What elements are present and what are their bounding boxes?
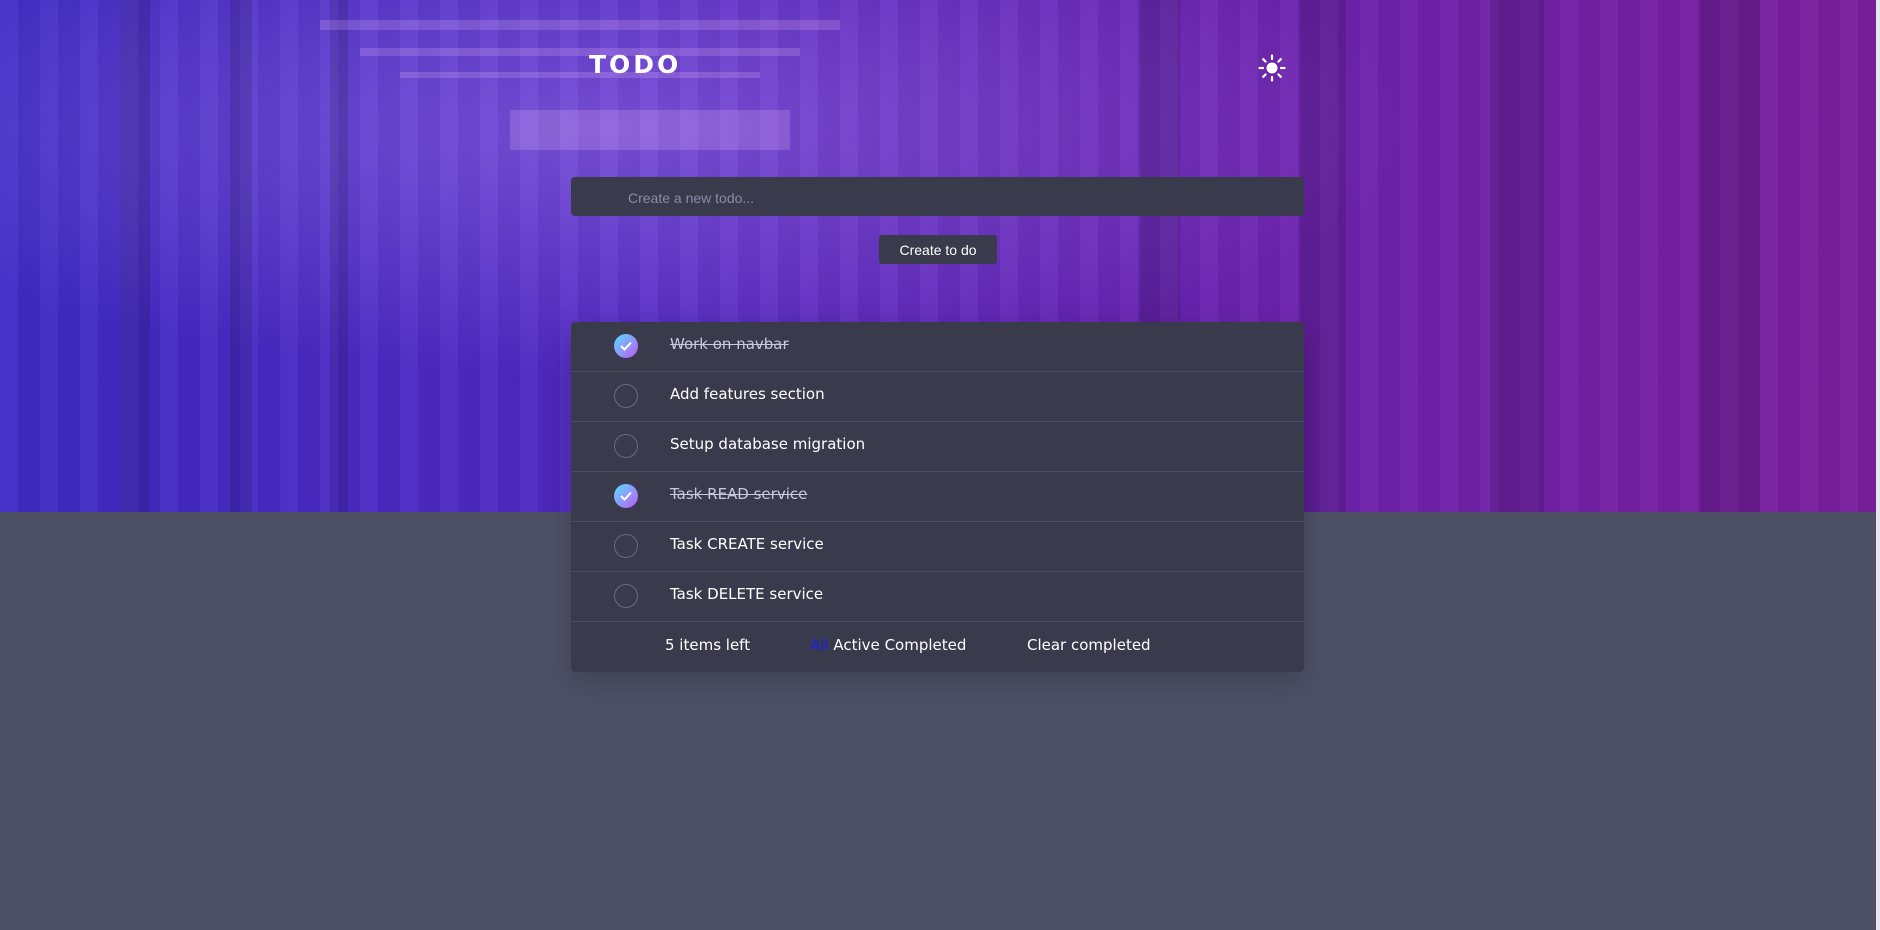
todo-checkbox[interactable] (614, 584, 638, 608)
todo-list: Work on navbar Add features section Setu… (571, 322, 1304, 672)
todo-text[interactable]: Task DELETE service (670, 585, 823, 603)
todo-footer: 5 items left All Active Completed Clear … (571, 622, 1304, 672)
todo-item[interactable]: Task DELETE service (571, 572, 1304, 622)
todo-text[interactable]: Setup database migration (670, 435, 865, 453)
theme-toggle-button[interactable] (1258, 54, 1286, 82)
todo-item[interactable]: Task CREATE service (571, 522, 1304, 572)
sun-icon (1258, 54, 1286, 82)
todo-item[interactable]: Work on navbar (571, 322, 1304, 372)
filter-active[interactable]: Active (833, 636, 879, 654)
clear-completed-button[interactable]: Clear completed (1027, 636, 1151, 654)
window-edge (1876, 0, 1880, 930)
todo-item[interactable]: Task READ service (571, 472, 1304, 522)
filter-completed[interactable]: Completed (885, 636, 967, 654)
todo-item[interactable]: Setup database migration (571, 422, 1304, 472)
todo-text[interactable]: Work on navbar (670, 335, 789, 353)
todo-checkbox[interactable] (614, 534, 638, 558)
todo-text[interactable]: Task READ service (670, 485, 807, 503)
todo-text[interactable]: Add features section (670, 385, 825, 403)
items-left-count: 5 items left (665, 636, 751, 654)
check-icon (620, 341, 632, 351)
new-todo-bar (571, 177, 1304, 218)
filter-all[interactable]: All (810, 636, 829, 654)
todo-checkbox[interactable] (614, 434, 638, 458)
todo-checkbox[interactable] (614, 384, 638, 408)
todo-text[interactable]: Task CREATE service (670, 535, 824, 553)
app-title: TODO (589, 50, 682, 79)
create-todo-button[interactable]: Create to do (879, 235, 997, 264)
todo-item[interactable]: Add features section (571, 372, 1304, 422)
todo-checkbox[interactable] (614, 484, 638, 508)
todo-checkbox[interactable] (614, 334, 638, 358)
new-todo-input[interactable] (626, 177, 1290, 218)
filter-group: All Active Completed (810, 636, 966, 654)
check-icon (620, 491, 632, 501)
